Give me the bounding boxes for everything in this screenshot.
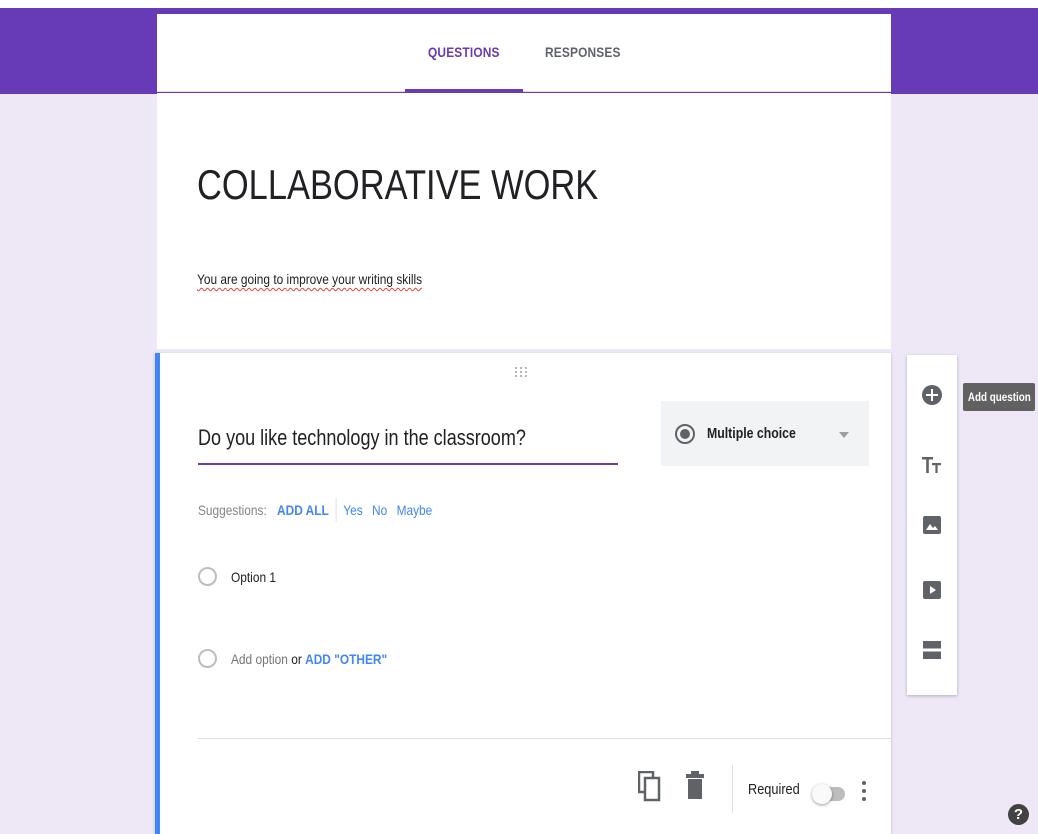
option-row[interactable]: Option 1 [198,567,284,586]
suggestions-bar: Suggestions: ADD ALL Yes No Maybe [198,498,442,522]
question-footer-divider [197,738,891,739]
top-strip [0,0,1038,8]
video-icon[interactable] [920,578,944,602]
add-all-suggestions-button[interactable]: ADD ALL [277,502,329,518]
delete-icon[interactable] [686,771,704,801]
form-header-card: COLLABORATIVE WORK You are going to impr… [157,93,891,349]
or-label: or [291,650,302,667]
suggestions-divider [335,498,337,522]
question-type-label: Multiple choice [707,425,796,442]
footer-separator [732,765,733,813]
question-card[interactable]: Do you like technology in the classroom?… [155,353,891,834]
add-option-row: Add option or ADD "OTHER" [198,649,415,668]
form-description[interactable]: You are going to improve your writing sk… [197,271,422,287]
side-toolbar [907,355,957,695]
radio-checked-icon [675,424,695,444]
tab-questions[interactable]: QUESTIONS [428,44,500,60]
duplicate-icon[interactable] [638,771,662,803]
image-icon[interactable] [920,513,944,537]
section-icon[interactable] [920,638,944,662]
form-description-text: You are going to improve your writing sk… [197,271,423,287]
help-icon[interactable]: ? [1008,804,1029,825]
active-tab-indicator [405,89,523,92]
dropdown-arrow-icon [839,432,849,438]
add-question-tooltip: Add question [963,383,1035,411]
tabs-card: QUESTIONS RESPONSES [157,14,891,92]
question-title: Do you like technology in the classroom? [198,425,526,450]
tooltip-text: Add question [967,390,1031,404]
add-option-button[interactable]: Add option [231,651,288,667]
form-title[interactable]: COLLABORATIVE WORK [197,161,598,209]
required-label: Required [748,781,800,798]
suggestion-maybe[interactable]: Maybe [397,502,433,518]
suggestion-yes[interactable]: Yes [343,502,362,518]
suggestion-no[interactable]: No [372,502,387,518]
drag-handle-icon[interactable] [515,367,535,379]
option-label[interactable]: Option 1 [231,569,276,585]
toggle-knob [812,784,832,804]
add-other-button[interactable]: ADD "OTHER" [305,651,387,667]
more-options-icon[interactable] [861,781,867,801]
radio-unchecked-icon [198,567,217,586]
suggestions-label: Suggestions: [198,502,267,518]
radio-unchecked-icon [198,649,217,668]
question-type-dropdown[interactable]: Multiple choice [661,401,869,466]
question-title-field[interactable]: Do you like technology in the classroom? [198,425,618,465]
add-circle-icon[interactable] [920,383,944,407]
required-toggle[interactable] [812,784,845,804]
title-text-icon[interactable] [920,453,944,477]
tab-responses[interactable]: RESPONSES [545,44,621,60]
